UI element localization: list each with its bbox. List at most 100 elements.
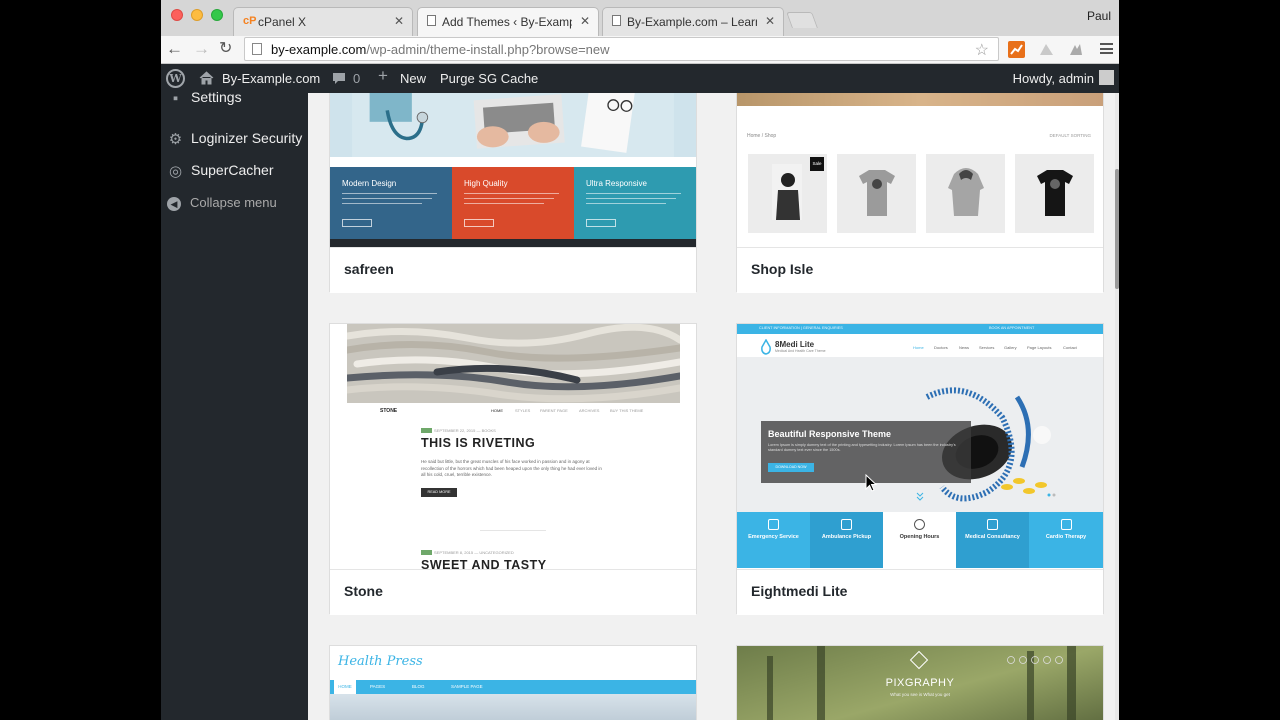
stone-logo: STONE — [380, 408, 398, 414]
sale-badge: Sale — [810, 157, 824, 171]
minimize-window-button[interactable] — [191, 9, 203, 21]
tab-by-example[interactable]: By-Example.com – Learn E ✕ — [602, 7, 784, 36]
theme-card-stone[interactable]: STONE HOME STYLES PARENT PAGE ARCHIVES B… — [329, 323, 697, 615]
sidebar-item-loginizer[interactable]: ⚙ Loginizer Security — [167, 130, 303, 148]
themes-browser: Modern Design High Quality Ultra Respons… — [308, 93, 1119, 720]
stone-nav-styles: STYLES — [515, 408, 531, 413]
new-content-link[interactable]: New — [400, 71, 426, 86]
mouse-cursor-icon — [865, 474, 877, 492]
medi-logo: 8Medi Lite — [775, 340, 815, 349]
theme-screenshot[interactable]: PIXGRAPHY What you see is What you get — [737, 646, 1103, 720]
theme-card-health-press[interactable]: Health Press HOME PAGES BLOG SAMPLE PAGE — [329, 645, 697, 720]
wp-admin-bar: W By-Example.com 0 + New Purge SG Cache … — [161, 64, 1119, 93]
sorting-select: DEFAULT SORTING — [1049, 133, 1091, 138]
bandage-icon — [987, 519, 998, 530]
tab-title: By-Example.com – Learn E — [627, 15, 757, 29]
tab-title: Add Themes ‹ By-Example — [442, 15, 572, 29]
theme-screenshot[interactable]: CLIENT INFORMATION | GENERAL ENQUIRIES B… — [737, 324, 1103, 569]
close-icon[interactable]: ✕ — [394, 14, 404, 28]
page-icon — [427, 15, 436, 29]
feature-title: High Quality — [464, 179, 508, 188]
home-icon[interactable] — [199, 71, 214, 86]
gear-icon: ⚙ — [168, 130, 183, 148]
bookmark-star-icon[interactable]: ☆ — [975, 40, 989, 60]
product-image: Sale — [748, 154, 827, 233]
feature-title: Modern Design — [342, 179, 397, 188]
theme-name: safreen — [330, 247, 696, 293]
address-bar[interactable]: by-example.com/wp-admin/theme-install.ph… — [244, 37, 999, 61]
howdy-link[interactable]: Howdy, admin — [1013, 71, 1094, 86]
page-icon — [612, 15, 621, 29]
collapse-menu-button[interactable]: ◀ Collapse menu — [167, 195, 277, 211]
scrollbar-thumb[interactable] — [1115, 169, 1119, 289]
feature-panel-modern: Modern Design — [330, 167, 452, 240]
purge-cache-link[interactable]: Purge SG Cache — [440, 71, 538, 86]
sidebar-item-label: Loginizer Security — [191, 130, 303, 146]
analytics-extension-icon[interactable] — [1008, 41, 1025, 58]
theme-hero-image — [330, 694, 696, 720]
reload-icon[interactable]: ↻ — [219, 39, 232, 59]
post-title: THIS IS RIVETING — [421, 436, 536, 450]
menu-icon[interactable] — [1100, 43, 1113, 54]
theme-card-safreen[interactable]: Modern Design High Quality Ultra Respons… — [329, 93, 697, 293]
tab-cpanel[interactable]: cP cPanel X ✕ — [233, 7, 413, 36]
download-button: DOWNLOAD NOW — [768, 463, 814, 472]
service-tile: Ambulance Pickup — [810, 512, 883, 568]
admin-sidebar: ▪ Settings ⚙ Loginizer Security ◎ SuperCach… — [161, 89, 308, 720]
extension-icon[interactable] — [1067, 41, 1084, 58]
stone-nav-home: HOME — [491, 408, 503, 413]
healthpress-nav: HOME PAGES BLOG SAMPLE PAGE — [330, 680, 696, 694]
collapse-arrow-icon: ◀ — [167, 196, 181, 211]
post-meta: SEPTEMBER 8, 2015 — UNCATEGORIZED — [434, 550, 514, 555]
close-icon[interactable]: ✕ — [765, 14, 775, 28]
settings-icon: ▪ — [172, 89, 179, 107]
hero-title: Beautiful Responsive Theme — [768, 429, 892, 439]
read-more-button: READ MORE — [421, 488, 457, 497]
medi-nav-contact: Contact — [1063, 345, 1077, 350]
service-tile: Emergency Service — [737, 512, 810, 568]
product-image — [837, 154, 916, 233]
pixgraphy-logo: PIXGRAPHY — [885, 677, 955, 689]
clipboard-icon — [768, 519, 779, 530]
theme-card-eightmedi-lite[interactable]: CLIENT INFORMATION | GENERAL ENQUIRIES B… — [736, 323, 1104, 615]
profile-name[interactable]: Paul — [1087, 9, 1111, 23]
wordpress-logo-icon[interactable]: W — [166, 69, 185, 88]
stone-nav-parent: PARENT PAGE — [540, 408, 568, 413]
browser-window: cP cPanel X ✕ Add Themes ‹ By-Example ✕ … — [161, 0, 1119, 720]
sidebar-item-supercacher[interactable]: ◎ SuperCacher — [167, 162, 274, 180]
medi-nav-layouts: Page Layouts — [1027, 345, 1052, 350]
maximize-window-button[interactable] — [211, 9, 223, 21]
heart-icon — [1060, 519, 1072, 530]
hero-text: Lorem Ipsum is simply dummy text of the … — [768, 443, 956, 452]
browser-toolbar: ← → ↻ by-example.com/wp-admin/theme-inst… — [161, 36, 1119, 64]
close-icon[interactable]: ✕ — [580, 14, 590, 28]
theme-screenshot[interactable]: Home / Shop DEFAULT SORTING Sale — [737, 93, 1103, 247]
back-arrow-icon[interactable]: ← — [166, 39, 183, 59]
supercacher-icon: ◎ — [168, 162, 183, 180]
extension-icon[interactable] — [1038, 41, 1055, 58]
theme-screenshot[interactable]: Modern Design High Quality Ultra Respons… — [330, 93, 696, 247]
comment-icon[interactable] — [332, 71, 346, 86]
medi-nav-doctors: Doctors — [934, 345, 948, 350]
theme-card-pixgraphy[interactable]: PIXGRAPHY What you see is What you get — [736, 645, 1104, 720]
cpanel-icon: cP — [243, 15, 257, 27]
avatar[interactable] — [1099, 70, 1114, 85]
forward-arrow-icon[interactable]: → — [193, 39, 210, 59]
sidebar-item-settings[interactable]: ▪ Settings — [167, 89, 242, 107]
site-name-link[interactable]: By-Example.com — [222, 71, 320, 86]
pixgraphy-tagline: What you see is What you get — [890, 692, 950, 697]
tab-add-themes[interactable]: Add Themes ‹ By-Example ✕ — [417, 7, 599, 37]
scrollbar[interactable] — [1115, 93, 1119, 720]
plus-icon[interactable]: + — [378, 67, 388, 84]
comments-count[interactable]: 0 — [353, 71, 360, 86]
clock-icon — [914, 519, 925, 530]
ambulance-icon — [841, 519, 852, 530]
topbar-left: CLIENT INFORMATION | GENERAL ENQUIRIES — [759, 326, 843, 330]
close-window-button[interactable] — [171, 9, 183, 21]
new-tab-button[interactable] — [786, 12, 818, 28]
theme-screenshot[interactable]: STONE HOME STYLES PARENT PAGE ARCHIVES B… — [330, 324, 696, 569]
theme-screenshot[interactable]: Health Press HOME PAGES BLOG SAMPLE PAGE — [330, 646, 696, 720]
theme-topbar: CLIENT INFORMATION | GENERAL ENQUIRIES B… — [737, 324, 1103, 334]
theme-card-shop-isle[interactable]: Home / Shop DEFAULT SORTING Sale Shop Is… — [736, 93, 1104, 293]
collapse-menu-label: Collapse menu — [190, 195, 277, 210]
